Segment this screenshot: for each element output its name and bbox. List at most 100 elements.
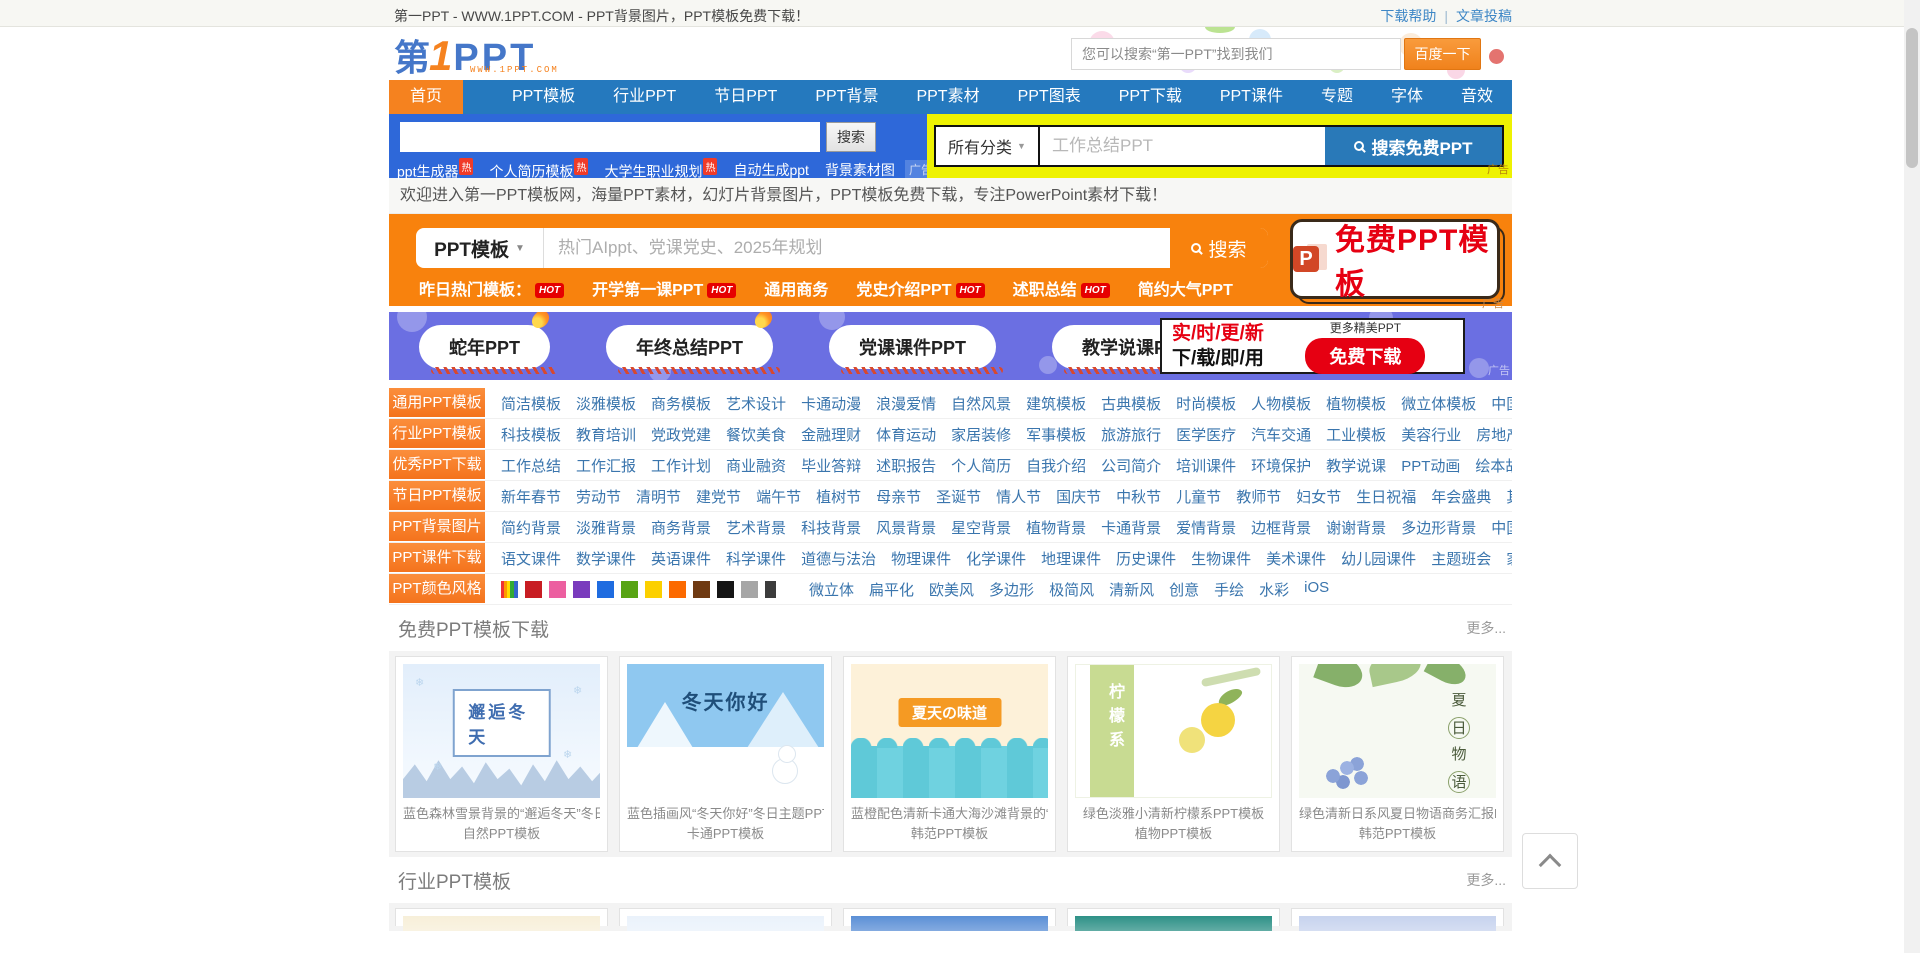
free-ppt-search-input[interactable] xyxy=(1040,127,1325,165)
nav-item-行业PPT[interactable]: 行业PPT xyxy=(594,80,695,114)
category-link[interactable]: 古典模板 xyxy=(1101,393,1161,414)
category-link[interactable]: 淡雅背景 xyxy=(576,517,636,538)
category-link[interactable]: 科技背景 xyxy=(801,517,861,538)
template-card[interactable] xyxy=(1291,908,1504,926)
category-label[interactable]: 节日PPT模板 xyxy=(389,481,485,511)
category-link[interactable]: 清明节 xyxy=(636,486,681,507)
nav-item-专题[interactable]: 专题 xyxy=(1302,80,1372,114)
category-link[interactable]: 劳动节 xyxy=(576,486,621,507)
category-link[interactable]: 卡通动漫 xyxy=(801,393,861,414)
category-link[interactable]: 爱情背景 xyxy=(1176,517,1236,538)
category-link[interactable]: 物理课件 xyxy=(891,548,951,569)
category-link[interactable]: 商务模板 xyxy=(651,393,711,414)
category-link[interactable]: 生日祝福 xyxy=(1356,486,1416,507)
baidu-search-input[interactable] xyxy=(1071,38,1401,70)
topbar-link[interactable]: 文章投稿 xyxy=(1456,8,1512,24)
category-link[interactable]: 风景背景 xyxy=(876,517,936,538)
category-link[interactable]: 简约背景 xyxy=(501,517,561,538)
style-link[interactable]: 清新风 xyxy=(1109,579,1154,600)
category-label[interactable]: PPT课件下载 xyxy=(389,543,485,573)
main-search-input[interactable] xyxy=(544,228,1170,268)
template-card[interactable]: 夏日物语绿色清新日系风夏日物语商务汇报PPT模韩范PPT模板 xyxy=(1291,656,1504,852)
category-link[interactable]: 金融理财 xyxy=(801,424,861,445)
promo-button[interactable]: 蛇年PPT xyxy=(419,325,550,369)
style-link[interactable]: 微立体 xyxy=(809,579,854,600)
template-card[interactable] xyxy=(843,908,1056,926)
nav-item-PPT素材[interactable]: PPT素材 xyxy=(897,80,998,114)
nav-item-节日PPT[interactable]: 节日PPT xyxy=(695,80,796,114)
category-link[interactable]: 简洁模板 xyxy=(501,393,561,414)
category-link[interactable]: 艺术背景 xyxy=(726,517,786,538)
template-card[interactable] xyxy=(619,908,832,926)
category-label[interactable]: PPT颜色风格 xyxy=(389,574,485,604)
category-link[interactable]: 国庆节 xyxy=(1056,486,1101,507)
category-link[interactable]: 美术课件 xyxy=(1266,548,1326,569)
scrollbar-track[interactable] xyxy=(1904,0,1920,953)
category-link[interactable]: 星空背景 xyxy=(951,517,1011,538)
category-link[interactable]: 语文课件 xyxy=(501,548,561,569)
category-link[interactable]: 妇女节 xyxy=(1296,486,1341,507)
free-download-button[interactable]: 免费下载 xyxy=(1305,338,1425,374)
category-link[interactable]: 毕业答辩 xyxy=(801,455,861,476)
category-label[interactable]: 优秀PPT下载 xyxy=(389,450,485,480)
search-category-dropdown[interactable]: PPT模板 ▼ xyxy=(416,228,544,268)
category-link[interactable]: 谢谢背景 xyxy=(1326,517,1386,538)
color-swatch-棕色[interactable] xyxy=(693,581,710,598)
category-link[interactable]: 新年春节 xyxy=(501,486,561,507)
category-link[interactable]: 地理课件 xyxy=(1041,548,1101,569)
category-link[interactable]: 幼儿园课件 xyxy=(1341,548,1416,569)
hot-link[interactable]: 开学第一课PPTHOT xyxy=(592,276,736,300)
category-link[interactable]: 建党节 xyxy=(696,486,741,507)
hot-link[interactable]: 述职总结HOT xyxy=(1013,276,1110,300)
category-link[interactable]: 医学医疗 xyxy=(1176,424,1236,445)
category-link[interactable]: 党政党建 xyxy=(651,424,711,445)
baidu-search-button[interactable]: 百度一下 xyxy=(1404,38,1481,70)
template-card[interactable]: 柠檬系绿色淡雅小清新柠檬系PPT模板植物PPT模板 xyxy=(1067,656,1280,852)
color-swatch-橙色[interactable] xyxy=(669,581,686,598)
style-link[interactable]: 极简风 xyxy=(1049,579,1094,600)
category-link[interactable]: 科技模板 xyxy=(501,424,561,445)
category-link[interactable]: 个人简历 xyxy=(951,455,1011,476)
color-swatch-红色[interactable] xyxy=(525,581,542,598)
color-swatch-绿色[interactable] xyxy=(621,581,638,598)
category-link[interactable]: 母亲节 xyxy=(876,486,921,507)
topbar-link[interactable]: 下载帮助 xyxy=(1380,8,1436,24)
category-label[interactable]: PPT背景图片 xyxy=(389,512,485,542)
category-link[interactable]: 教育培训 xyxy=(576,424,636,445)
category-link[interactable]: 绘本故事 xyxy=(1475,455,1512,476)
category-link[interactable]: 房地产模板 xyxy=(1476,424,1512,445)
free-ppt-banner[interactable]: P 免费PPT模板 广告 xyxy=(1290,219,1500,299)
category-link[interactable]: 商业融资 xyxy=(726,455,786,476)
category-link[interactable]: 人物模板 xyxy=(1251,393,1311,414)
more-link[interactable]: 更多... xyxy=(1466,870,1506,890)
category-link[interactable]: 建筑模板 xyxy=(1026,393,1086,414)
color-swatch-黑色[interactable] xyxy=(717,581,734,598)
category-link[interactable]: 时尚模板 xyxy=(1176,393,1236,414)
category-link[interactable]: 家居装修 xyxy=(951,424,1011,445)
category-link[interactable]: 公司简介 xyxy=(1101,455,1161,476)
main-search-button[interactable]: 搜索 xyxy=(1170,228,1268,268)
nav-item-音效[interactable]: 音效 xyxy=(1442,80,1512,114)
category-label[interactable]: 行业PPT模板 xyxy=(389,419,485,449)
nav-item-PPT下载[interactable]: PPT下载 xyxy=(1100,80,1201,114)
nav-item-字体[interactable]: 字体 xyxy=(1372,80,1442,114)
color-swatch-蓝色[interactable] xyxy=(597,581,614,598)
hot-link[interactable]: 昨日热门模板：HOT xyxy=(419,276,564,300)
quick-link[interactable]: ppt生成器热 xyxy=(397,158,473,182)
nav-item-PPT课件[interactable]: PPT课件 xyxy=(1201,80,1302,114)
color-swatch-粉色[interactable] xyxy=(549,581,566,598)
template-card[interactable]: 邂逅冬天❄❄❄❄蓝色森林雪景背景的“邂逅冬天”冬日自然PPT模板 xyxy=(395,656,608,852)
category-link[interactable]: 微立体模板 xyxy=(1401,393,1476,414)
promo-button[interactable]: 党课课件PPT xyxy=(829,325,996,369)
template-card[interactable]: 夏天の味道蓝橙配色清新卡通大海沙滩背景的“夏韩范PPT模板 xyxy=(843,656,1056,852)
promo-right-box[interactable]: 实/时/更/新 下/载/即/用 更多精美PPT 免费下载 xyxy=(1160,318,1465,374)
category-link[interactable]: 其他节日 xyxy=(1506,486,1512,507)
site-logo[interactable]: 第1PPT WWW.1PPT.COM xyxy=(394,29,536,80)
free-ppt-search-button[interactable]: 搜索免费PPT xyxy=(1325,127,1502,165)
category-link[interactable]: 卡通背景 xyxy=(1101,517,1161,538)
category-link[interactable]: 情人节 xyxy=(996,486,1041,507)
category-link[interactable]: 培训课件 xyxy=(1176,455,1236,476)
category-link[interactable]: 旅游旅行 xyxy=(1101,424,1161,445)
more-link[interactable]: 更多... xyxy=(1466,618,1506,638)
category-link[interactable]: 儿童节 xyxy=(1176,486,1221,507)
